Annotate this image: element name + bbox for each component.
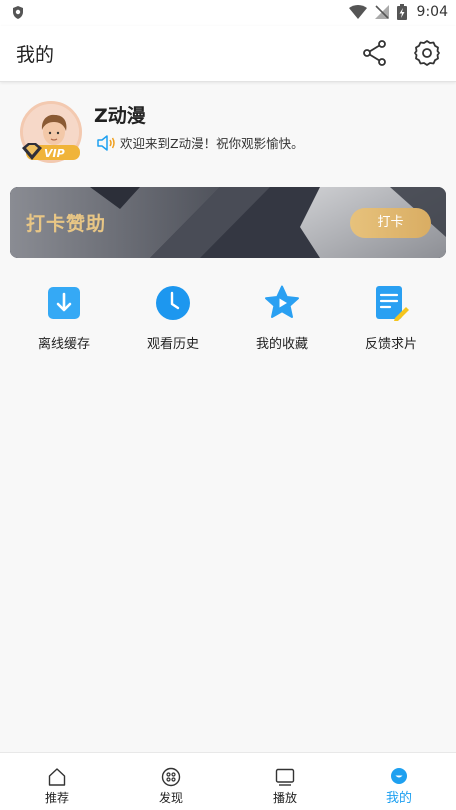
nav-label: 发现 xyxy=(158,791,183,805)
speaker-icon xyxy=(97,134,115,151)
shortcut-label: 反馈求片 xyxy=(364,337,417,352)
nav-label: 推荐 xyxy=(44,791,69,805)
checkin-button[interactable]: 打卡 xyxy=(350,208,431,238)
star-icon xyxy=(265,285,299,318)
shortcut-watch-history[interactable]: 观看历史 xyxy=(123,285,223,360)
welcome-message: 欢迎来到Z动漫！祝你观影愉快。 xyxy=(96,133,304,152)
shortcut-label: 观看历史 xyxy=(146,337,199,352)
profile-icon xyxy=(391,768,407,784)
shortcut-feedback[interactable]: 反馈求片 xyxy=(341,285,441,360)
nav-item-discover[interactable]: 发现 xyxy=(114,753,228,810)
nav-item-play[interactable]: 播放 xyxy=(228,753,342,810)
shortcut-offline-cache[interactable]: 离线缓存 xyxy=(14,285,114,360)
no-signal-icon xyxy=(374,5,389,19)
username: Z动漫 xyxy=(94,105,146,127)
download-icon xyxy=(48,287,80,319)
clock-icon xyxy=(156,286,190,320)
battery-icon xyxy=(396,4,407,20)
profile-section: VIP Z动漫 欢迎来到Z动漫！祝你观影愉快。 xyxy=(0,83,456,173)
home-icon xyxy=(48,768,66,786)
banner-title: 打卡赞助 xyxy=(26,213,107,235)
feedback-icon xyxy=(376,286,409,321)
bottom-nav: 推荐 发现 播放 我的 xyxy=(0,752,456,810)
page-title: 我的 xyxy=(16,44,55,66)
discover-icon xyxy=(161,767,181,787)
status-bar: 9:04 xyxy=(0,0,456,26)
nav-label: 播放 xyxy=(272,791,297,805)
nav-item-mine[interactable]: 我的 xyxy=(342,753,456,810)
gear-icon[interactable] xyxy=(412,38,442,68)
vip-badge-text: VIP xyxy=(44,147,65,160)
welcome-text: 欢迎来到Z动漫！祝你观影愉快。 xyxy=(120,136,304,151)
app-bar: 我的 xyxy=(0,26,456,82)
shortcut-favorites[interactable]: 我的收藏 xyxy=(232,285,332,360)
shield-icon xyxy=(13,6,23,19)
nav-label: 我的 xyxy=(385,791,412,806)
wifi-icon xyxy=(348,5,367,19)
nav-item-recommend[interactable]: 推荐 xyxy=(0,753,114,810)
share-icon[interactable] xyxy=(360,38,390,68)
shortcut-grid: 离线缓存 观看历史 我的收藏 反馈求片 xyxy=(0,285,456,365)
vip-badge: VIP xyxy=(22,143,80,160)
shortcut-label: 离线缓存 xyxy=(37,337,90,352)
sponsor-banner[interactable]: 打卡赞助 打卡 xyxy=(10,187,446,258)
shortcut-label: 我的收藏 xyxy=(255,337,308,352)
tv-icon xyxy=(275,768,295,786)
status-time: 9:04 xyxy=(416,4,448,20)
